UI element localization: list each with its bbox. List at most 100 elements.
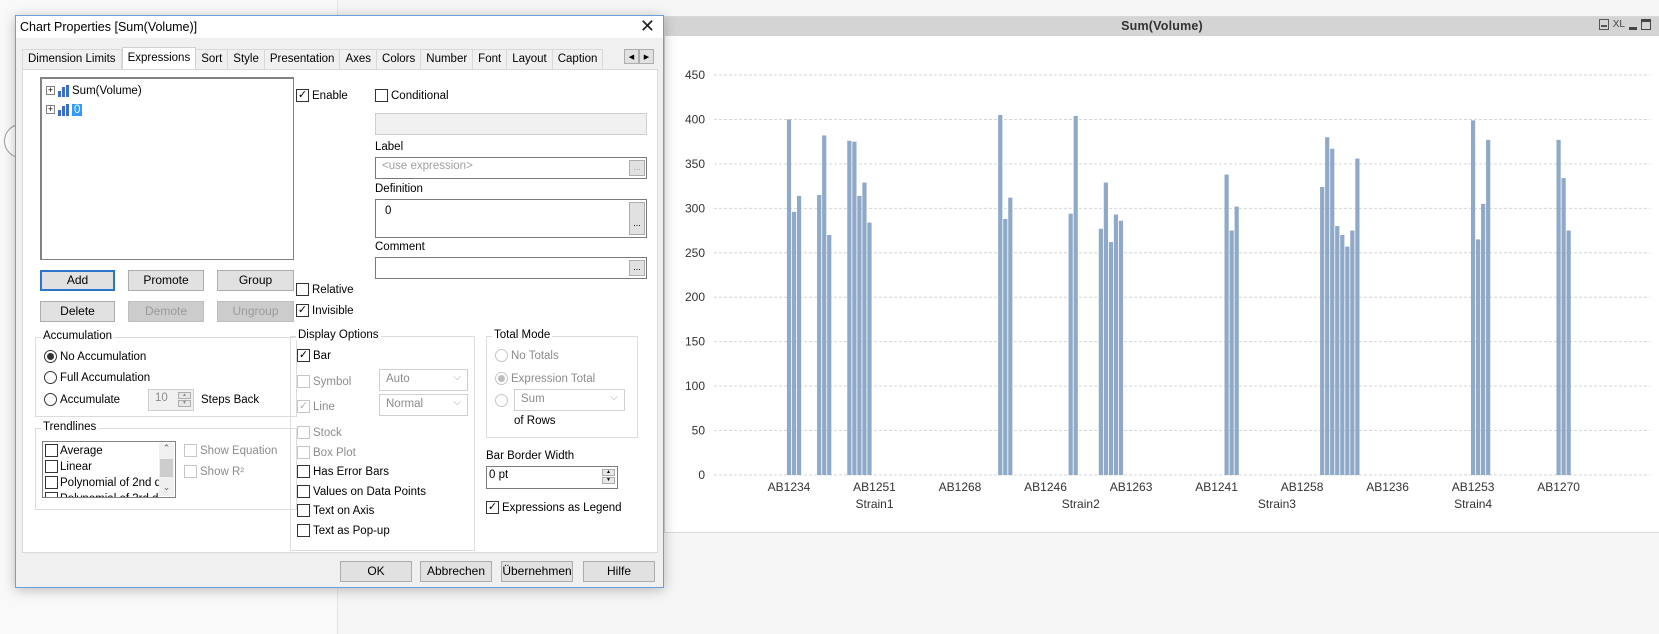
expression-tree-item[interactable]: + Sum(Volume) [46,82,142,99]
checkbox[interactable] [297,426,310,439]
expand-icon[interactable]: + [46,105,55,114]
expression-total-radio[interactable]: Expression Total [495,372,595,385]
close-icon[interactable]: ✕ [640,17,655,35]
enable-checkbox[interactable]: ✓ Enable [296,89,348,102]
checkbox[interactable] [45,476,58,489]
has-error-bars-checkbox[interactable]: Has Error Bars [297,465,389,478]
trendlines-scrollbar[interactable]: ⌃ ⌄ [159,443,174,496]
bar-checkbox[interactable]: ✓ Bar [297,349,331,362]
checkbox[interactable] [45,492,58,497]
spin-down-icon[interactable]: ▼ [178,400,191,407]
group-button[interactable]: Group [217,270,294,291]
tab-sort[interactable]: Sort [196,49,229,69]
tab-caption[interactable]: Caption [552,49,604,69]
tab-style[interactable]: Style [228,49,265,69]
cancel-button[interactable]: Abbrechen [420,561,492,582]
tab-presentation[interactable]: Presentation [264,49,341,69]
ungroup-button[interactable]: Ungroup [217,301,294,322]
add-button[interactable]: Add [40,270,115,291]
checkbox[interactable] [45,444,58,457]
tab-scroll-right-icon[interactable]: ▶ [639,49,654,64]
no-totals-radio[interactable]: No Totals [495,349,559,362]
definition-ellipsis-button[interactable]: ... [629,202,645,235]
checkbox[interactable] [297,524,310,537]
tab-colors[interactable]: Colors [377,49,422,69]
checkbox[interactable]: ✓ [486,501,499,514]
expression-tree[interactable]: + Sum(Volume) + 0 [40,77,294,260]
bar-border-width-input[interactable]: 0 pt ▲ ▼ [486,466,618,489]
checkbox[interactable]: ✓ [297,349,310,362]
conditional-input[interactable] [375,113,647,135]
symbol-combo[interactable]: Auto ⌵ [379,369,468,391]
expressions-as-legend-checkbox[interactable]: ✓ Expressions as Legend [486,501,622,514]
checkbox[interactable]: ✓ [296,304,309,317]
help-button[interactable]: Hilfe [583,561,655,582]
promote-button[interactable]: Promote [128,270,204,291]
stock-checkbox[interactable]: Stock [297,426,342,439]
checkbox[interactable] [184,444,197,457]
checkbox[interactable] [296,283,309,296]
comment-input[interactable]: ... [375,257,647,279]
tab-scroll-left-icon[interactable]: ◀ [624,49,639,64]
text-as-popup-checkbox[interactable]: Text as Pop-up [297,524,390,537]
steps-spinner[interactable]: ▲ ▼ [178,392,191,407]
tab-axes[interactable]: Axes [340,49,378,69]
checkbox[interactable] [184,465,197,478]
delete-button[interactable]: Delete [40,301,115,322]
accumulate-radio[interactable]: Accumulate [44,393,120,406]
show-r2-checkbox[interactable]: Show R² [184,465,244,478]
scroll-down-icon[interactable]: ⌄ [159,482,174,496]
checkbox[interactable] [375,89,388,102]
checkbox[interactable]: ✓ [296,89,309,102]
conditional-checkbox[interactable]: Conditional [375,89,449,102]
relative-checkbox[interactable]: Relative [296,283,354,296]
spin-up-icon[interactable]: ▲ [602,469,615,476]
tab-font[interactable]: Font [473,49,508,69]
line-checkbox[interactable]: ✓ Line [297,400,335,413]
expression-tree-item-selected[interactable]: + 0 [46,101,83,118]
checkbox[interactable] [297,485,310,498]
comment-ellipsis-button[interactable]: ... [629,260,645,276]
symbol-checkbox[interactable]: Symbol [297,375,351,388]
no-accumulation-radio[interactable]: No Accumulation [44,350,146,363]
full-accumulation-radio[interactable]: Full Accumulation [44,371,150,384]
radio-icon[interactable] [495,372,508,385]
aggregation-radio[interactable] [495,394,508,407]
tab-expressions[interactable]: Expressions [121,47,197,69]
radio-icon[interactable] [44,393,57,406]
checkbox[interactable] [297,465,310,478]
tab-dimension-limits[interactable]: Dimension Limits [22,49,122,69]
trendline-item-linear[interactable]: Linear [45,460,92,473]
trendline-item-poly2[interactable]: Polynomial of 2nd d [45,476,161,489]
checkbox[interactable] [297,504,310,517]
steps-back-input[interactable]: 10 ▲ ▼ [148,389,194,411]
spin-down-icon[interactable]: ▼ [602,477,615,484]
bar-border-spinner[interactable]: ▲ ▼ [602,469,615,484]
apply-button[interactable]: Übernehmen [501,561,573,582]
checkbox[interactable] [297,446,310,459]
radio-icon[interactable] [495,349,508,362]
label-ellipsis-button[interactable]: ... [629,160,645,176]
expand-icon[interactable]: + [46,86,55,95]
dialog-titlebar[interactable]: Chart Properties [Sum(Volume)] ✕ [16,16,663,38]
invisible-checkbox[interactable]: ✓ Invisible [296,304,354,317]
scroll-thumb[interactable] [160,459,173,477]
text-on-axis-checkbox[interactable]: Text on Axis [297,504,374,517]
trendline-item-poly3[interactable]: Polynomial of 3rd d [45,492,158,497]
label-input[interactable]: <use expression> ... [375,157,647,179]
scroll-up-icon[interactable]: ⌃ [159,443,174,457]
spin-up-icon[interactable]: ▲ [178,392,191,399]
box-plot-checkbox[interactable]: Box Plot [297,446,356,459]
tab-layout[interactable]: Layout [507,49,553,69]
radio-icon[interactable] [495,394,508,407]
radio-icon[interactable] [44,350,57,363]
checkbox[interactable]: ✓ [297,400,310,413]
show-equation-checkbox[interactable]: Show Equation [184,444,277,457]
chart-object[interactable]: Sum(Volume) XL 0 50 100 150 200 250 300 350 400 4… [664,16,1659,533]
ok-button[interactable]: OK [340,561,412,582]
line-combo[interactable]: Normal ⌵ [379,394,468,416]
demote-button[interactable]: Demote [128,301,204,322]
aggregation-combo[interactable]: Sum ⌵ [514,389,625,411]
tab-number[interactable]: Number [421,49,474,69]
values-on-data-points-checkbox[interactable]: Values on Data Points [297,485,426,498]
